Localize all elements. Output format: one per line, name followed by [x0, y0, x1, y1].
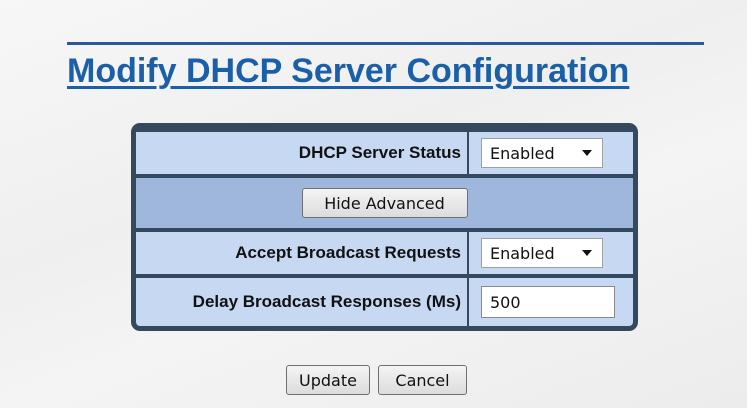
accept-broadcast-requests-cell: Enabled: [469, 232, 633, 274]
form-actions: Update Cancel: [286, 365, 467, 395]
update-button[interactable]: Update: [286, 365, 370, 395]
page-title: Modify DHCP Server Configuration: [67, 42, 704, 91]
delay-broadcast-responses-input[interactable]: 500: [481, 286, 615, 318]
delay-broadcast-responses-cell: 500: [469, 278, 633, 326]
accept-broadcast-requests-row: Accept Broadcast Requests Enabled: [136, 232, 633, 274]
dhcp-server-status-value: Enabled: [490, 143, 555, 163]
chevron-down-icon: [582, 250, 592, 256]
delay-broadcast-responses-label: Delay Broadcast Responses (Ms): [136, 278, 469, 326]
cancel-button[interactable]: Cancel: [378, 365, 467, 395]
dhcp-server-status-cell: Enabled: [469, 132, 633, 174]
advanced-toggle-row: Hide Advanced: [136, 178, 633, 228]
accept-broadcast-requests-select[interactable]: Enabled: [481, 238, 603, 268]
dhcp-server-status-row: DHCP Server Status Enabled: [136, 132, 633, 174]
dhcp-server-status-select[interactable]: Enabled: [481, 138, 603, 168]
accept-broadcast-requests-value: Enabled: [490, 243, 555, 263]
dhcp-config-table: DHCP Server Status Enabled Hide Advanced…: [131, 123, 638, 331]
dhcp-server-status-label: DHCP Server Status: [136, 132, 469, 174]
chevron-down-icon: [582, 150, 592, 156]
delay-broadcast-responses-row: Delay Broadcast Responses (Ms) 500: [136, 278, 633, 326]
advanced-toggle-cell: Hide Advanced: [136, 178, 633, 228]
accept-broadcast-requests-label: Accept Broadcast Requests: [136, 232, 469, 274]
hide-advanced-button[interactable]: Hide Advanced: [301, 188, 468, 218]
